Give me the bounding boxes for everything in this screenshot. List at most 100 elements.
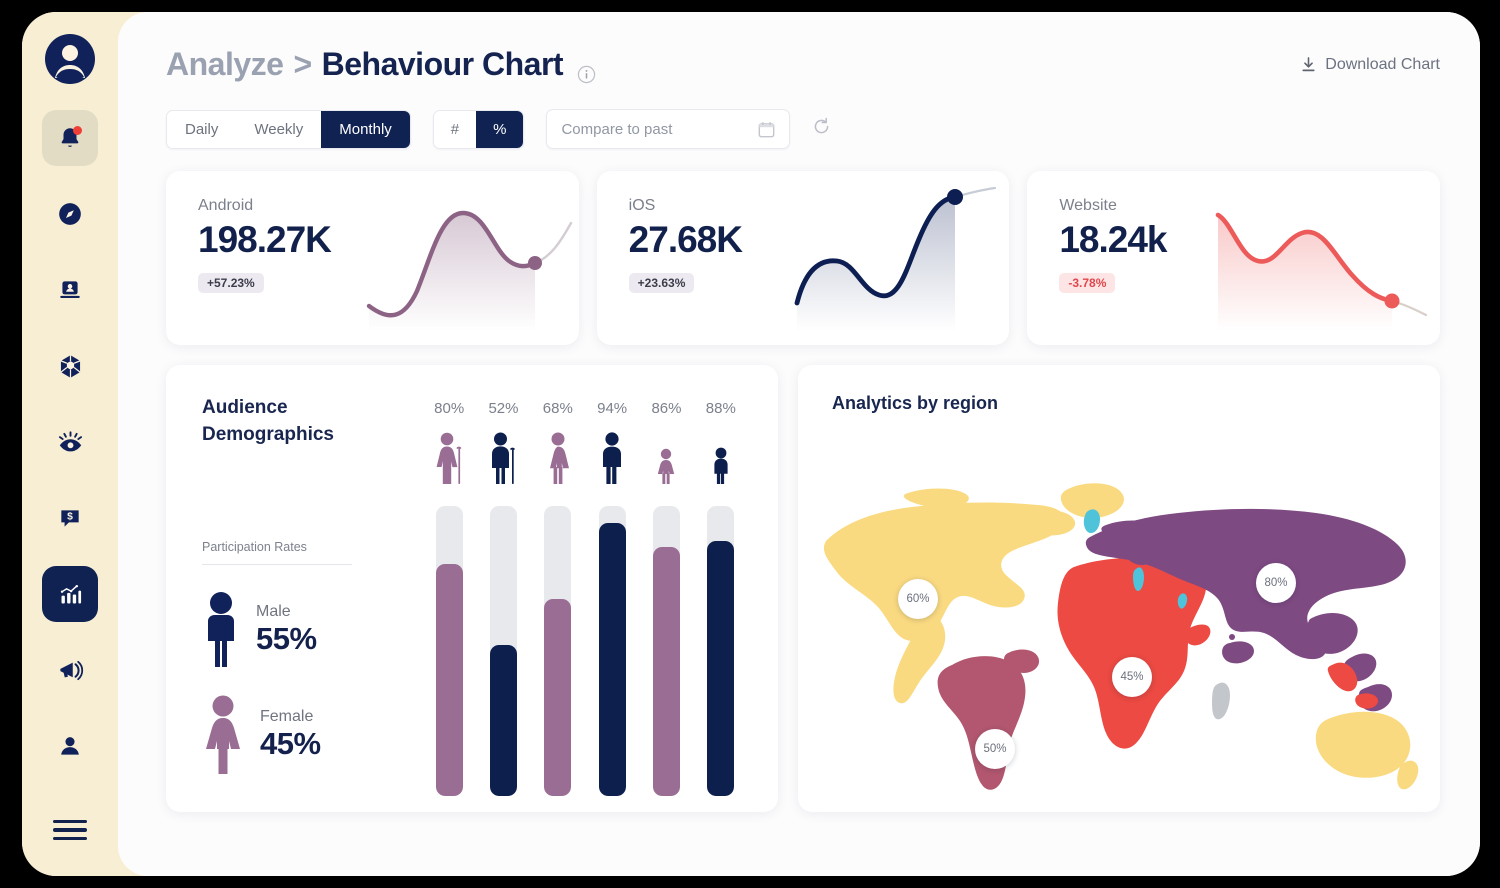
- bar-percent-label: 68%: [542, 400, 573, 417]
- hamburger-menu-icon[interactable]: [53, 819, 87, 840]
- region-madagascar[interactable]: [1212, 682, 1230, 720]
- map-badge-south-america[interactable]: 50%: [975, 729, 1015, 769]
- topbar: Analyze > Behaviour Chart Download Chart: [166, 46, 1440, 84]
- bar-column-elderly-male[interactable]: 52%: [476, 400, 530, 796]
- period-option-weekly[interactable]: Weekly: [236, 110, 322, 148]
- bar-percent-label: 94%: [597, 400, 628, 417]
- region-australia[interactable]: [1315, 711, 1419, 790]
- map-badge-north-america[interactable]: 60%: [898, 579, 938, 619]
- kpi-card-android[interactable]: Android 198.27K +57.23%: [166, 171, 579, 345]
- dollar-chat-icon: $: [61, 510, 79, 527]
- filter-controls: Daily Weekly Monthly # % Compare to past: [166, 109, 1440, 149]
- compare-to-past-input[interactable]: Compare to past: [546, 109, 791, 149]
- participation-rates-label: Participation Rates: [202, 540, 307, 555]
- region-south-america[interactable]: [937, 649, 1040, 790]
- eye-icon: [58, 430, 82, 451]
- calendar-icon: [759, 121, 775, 137]
- bar-fill: [435, 564, 463, 796]
- girl-icon: [658, 448, 675, 484]
- analytics-by-region-card: Analytics by region 60% 80% 45% 50%: [798, 365, 1440, 812]
- bar-track: [652, 506, 680, 796]
- demographics-bar-chart: 80% 52% 68% 94% 86% 88%: [412, 395, 778, 812]
- gender-value: 45%: [260, 726, 321, 762]
- breadcrumb-current: Behaviour Chart: [321, 46, 564, 82]
- demographics-summary: Audience Demographics Participation Rate…: [202, 395, 412, 812]
- bar-column-adult-male[interactable]: 94%: [585, 400, 639, 796]
- sidebar-item-products[interactable]: [42, 338, 98, 394]
- reset-filters-button[interactable]: [812, 117, 831, 141]
- download-icon: [1302, 57, 1315, 72]
- map-badge-africa[interactable]: 45%: [1112, 657, 1152, 697]
- sidebar-nav: $: [22, 110, 118, 794]
- download-chart-label: Download Chart: [1325, 56, 1440, 73]
- unit-option-count[interactable]: #: [433, 110, 477, 148]
- kpi-label: Website: [1059, 197, 1117, 214]
- sidebar-item-account[interactable]: [42, 718, 98, 774]
- region-africa[interactable]: [1057, 557, 1211, 749]
- period-option-daily[interactable]: Daily: [167, 110, 237, 148]
- sidebar-item-monitor[interactable]: [42, 414, 98, 470]
- map-title: Analytics by region: [832, 393, 999, 413]
- avatar[interactable]: [45, 34, 95, 84]
- bar-column-girl[interactable]: 86%: [639, 400, 693, 796]
- reset-icon: [815, 117, 829, 134]
- notification-badge: [73, 126, 82, 135]
- adult-female-icon: [549, 432, 569, 484]
- map-badge-label: 60%: [906, 593, 930, 605]
- period-option-monthly[interactable]: Monthly: [321, 110, 410, 148]
- bar-percent-label: 80%: [434, 400, 465, 417]
- bar-track: [435, 506, 463, 796]
- laptop-user-icon: [60, 281, 80, 299]
- sidebar-item-campaigns[interactable]: [42, 642, 98, 698]
- gender-name: Male: [256, 603, 291, 621]
- world-map[interactable]: 60% 80% 45% 50%: [812, 433, 1422, 803]
- main-content: Analyze > Behaviour Chart Download Chart: [118, 12, 1480, 876]
- person-icon: [61, 737, 79, 755]
- kpi-label: iOS: [628, 197, 656, 214]
- bar-fill: [598, 523, 626, 796]
- download-chart-button[interactable]: Download Chart: [1301, 56, 1440, 74]
- page-title: Analyze > Behaviour Chart: [166, 46, 596, 84]
- sidebar-item-notifications[interactable]: [42, 110, 98, 166]
- bar-track: [598, 506, 626, 796]
- sidebar-item-analytics[interactable]: [42, 566, 98, 622]
- world-map-svg[interactable]: [812, 433, 1422, 803]
- bar-fill: [489, 645, 517, 796]
- bottom-row: Audience Demographics Participation Rate…: [166, 365, 1440, 812]
- bar-fill: [544, 598, 572, 796]
- female-figure-icon: [206, 695, 240, 775]
- sidebar-item-revenue[interactable]: $: [42, 490, 98, 546]
- kpi-card-ios[interactable]: iOS 27.68K +23.63%: [596, 171, 1010, 345]
- kpi-card-website[interactable]: Website 18.24k -3.78%: [1027, 171, 1441, 345]
- cube-icon: [60, 354, 80, 378]
- bar-column-elderly-female[interactable]: 80%: [422, 400, 476, 796]
- bar-percent-label: 88%: [705, 400, 736, 417]
- gender-name: Female: [260, 708, 314, 726]
- breadcrumb-parent[interactable]: Analyze: [166, 46, 284, 83]
- kpi-value: 27.68K: [628, 219, 743, 260]
- bar-track: [544, 506, 572, 796]
- demographics-title: Audience Demographics: [202, 395, 412, 448]
- kpi-value: 18.24k: [1059, 219, 1167, 260]
- unit-toggle-group: # %: [432, 109, 525, 149]
- bar-chart-icon: [60, 584, 81, 603]
- bar-column-boy[interactable]: 88%: [694, 400, 748, 796]
- map-badge-asia[interactable]: 80%: [1256, 563, 1296, 603]
- boy-icon: [714, 447, 728, 484]
- sidebar-item-explore[interactable]: [42, 186, 98, 242]
- kpi-change-badge: -3.78%: [1059, 273, 1116, 293]
- bar-track: [707, 506, 735, 796]
- bar-percent-label: 52%: [488, 400, 519, 417]
- period-toggle-group: Daily Weekly Monthly: [166, 109, 411, 149]
- bar-track: [489, 506, 517, 796]
- sidebar-item-devices[interactable]: [42, 262, 98, 318]
- info-icon[interactable]: [577, 55, 596, 84]
- unit-option-percent[interactable]: %: [476, 110, 524, 148]
- megaphone-icon: [59, 660, 83, 680]
- map-dot: [1229, 634, 1235, 640]
- elderly-female-icon: [436, 432, 462, 484]
- divider: [202, 564, 352, 566]
- bar-column-adult-female[interactable]: 68%: [531, 400, 585, 796]
- bar-fill: [652, 546, 680, 796]
- compass-icon: [59, 203, 81, 225]
